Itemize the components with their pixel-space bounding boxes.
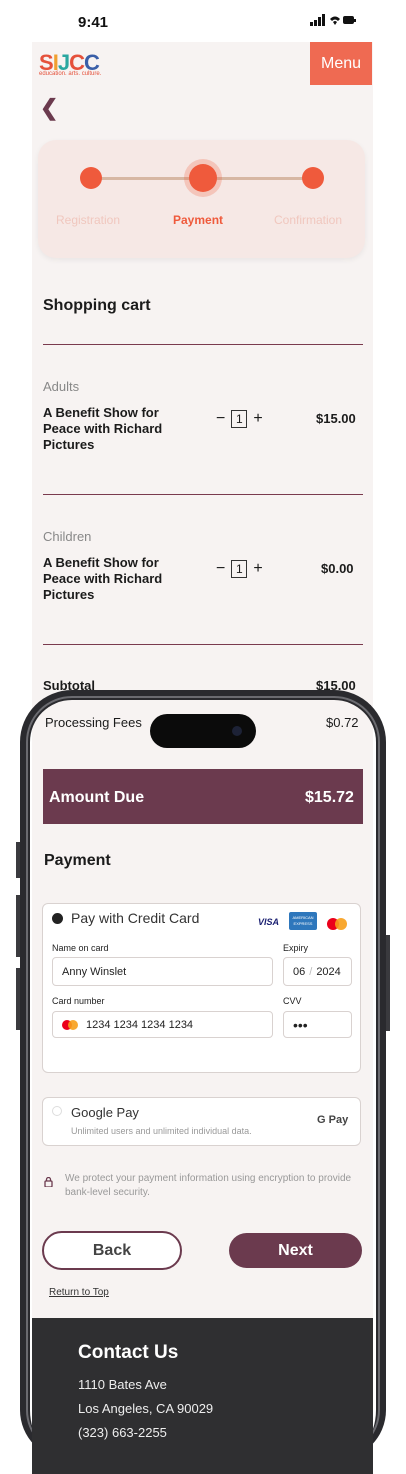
google-pay-label: Google Pay: [71, 1105, 139, 1120]
name-on-card-field[interactable]: Anny Winslet: [52, 957, 273, 986]
plus-icon[interactable]: +: [253, 410, 262, 428]
item-name: A Benefit Show for Peace with Richard Pi…: [43, 555, 163, 602]
google-pay-description: Unlimited users and unlimited individual…: [71, 1126, 252, 1136]
divider: [43, 494, 363, 495]
amount-due-value: $15.72: [305, 789, 354, 806]
cvv-field[interactable]: •••: [283, 1011, 352, 1038]
step-dot-registration[interactable]: [80, 167, 102, 189]
quantity-stepper: − 1 +: [216, 560, 263, 578]
logo-tagline: education. arts. culture.: [39, 71, 102, 77]
next-button[interactable]: Next: [229, 1233, 362, 1268]
google-pay-icon: G Pay: [317, 1114, 349, 1126]
security-note: We protect your payment information usin…: [65, 1173, 352, 1198]
step-dot-confirmation[interactable]: [302, 167, 324, 189]
quantity-value[interactable]: 1: [231, 560, 248, 578]
plus-icon[interactable]: +: [253, 560, 262, 578]
cvv-label: CVV: [283, 996, 302, 1006]
item-price: $0.00: [321, 561, 354, 576]
menu-button[interactable]: Menu: [310, 42, 372, 85]
footer-phone[interactable]: (323) 663-2255: [78, 1425, 167, 1440]
step-dot-payment[interactable]: [189, 164, 217, 192]
lock-icon: [44, 1174, 53, 1192]
footer-address-line2: Los Angeles, CA 90029: [78, 1401, 214, 1416]
step-label-confirmation: Confirmation: [274, 213, 343, 227]
payment-title: Payment: [44, 852, 111, 869]
visa-icon: VISA: [258, 917, 280, 927]
item-category: Adults: [43, 379, 80, 394]
credit-card-label: Pay with Credit Card: [71, 910, 200, 926]
footer-title: Contact Us: [78, 1342, 179, 1363]
fees-value: $0.72: [326, 715, 359, 730]
fees-label: Processing Fees: [45, 715, 142, 730]
expiry-label: Expiry: [283, 943, 309, 953]
quantity-value[interactable]: 1: [231, 410, 248, 428]
expiry-month: 06: [293, 965, 306, 978]
divider: [43, 344, 363, 345]
step-label-registration: Registration: [56, 213, 121, 227]
cart-title: Shopping cart: [43, 297, 151, 314]
item-category: Children: [43, 529, 92, 544]
item-name: A Benefit Show for Peace with Richard Pi…: [43, 405, 163, 452]
camera-icon: [232, 726, 242, 736]
item-price: $15.00: [316, 411, 356, 426]
expiry-separator: /: [309, 965, 313, 978]
card-number-value: 1234 1234 1234 1234: [86, 1018, 194, 1031]
back-button[interactable]: Back: [42, 1231, 182, 1270]
card-number-label: Card number: [52, 996, 105, 1006]
radio-selected-icon[interactable]: [52, 913, 63, 924]
radio-unselected-icon[interactable]: [52, 1106, 62, 1116]
amount-due-label: Amount Due: [49, 789, 145, 806]
name-on-card-label: Name on card: [52, 943, 109, 953]
divider: [43, 644, 363, 645]
card-number-field[interactable]: 1234 1234 1234 1234: [52, 1011, 273, 1038]
expiry-field[interactable]: 06/2024: [283, 957, 352, 986]
minus-icon[interactable]: −: [216, 410, 225, 428]
return-to-top-link[interactable]: Return to Top: [49, 1287, 109, 1298]
status-time: 9:41: [78, 14, 109, 31]
phone-power-button: [386, 935, 390, 1031]
mastercard-icon: [327, 917, 347, 935]
footer-address-line1: 1110 Bates Ave: [78, 1377, 167, 1392]
expiry-year: 2024: [316, 965, 341, 978]
quantity-stepper: − 1 +: [216, 410, 263, 428]
amex-icon: AMERICAN EXPRESS: [289, 912, 317, 930]
step-label-payment: Payment: [173, 213, 224, 227]
mastercard-icon: [62, 1019, 78, 1030]
checkout-stepper: [38, 140, 365, 258]
minus-icon[interactable]: −: [216, 560, 225, 578]
signal-wifi-battery-icon: [310, 14, 356, 26]
back-chevron-icon[interactable]: ❮: [40, 95, 58, 121]
status-icons: [310, 14, 356, 29]
